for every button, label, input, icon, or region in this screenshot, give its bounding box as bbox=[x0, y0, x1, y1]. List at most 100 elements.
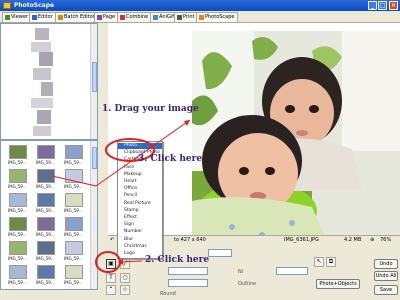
duplicate-button[interactable]: ⧉ bbox=[326, 257, 336, 267]
photo-thumbnail[interactable] bbox=[37, 193, 55, 207]
thumbnail-label: IMG_59... bbox=[36, 232, 55, 237]
tab-editor[interactable]: Editor bbox=[29, 12, 56, 22]
photo-thumbnail[interactable] bbox=[65, 169, 83, 183]
menu-item-christmas[interactable]: Christmas bbox=[118, 244, 162, 250]
tab-combine[interactable]: Combine bbox=[117, 12, 152, 22]
thumbnail-label: IMG_59... bbox=[8, 160, 27, 165]
photo-thumbnail[interactable] bbox=[37, 169, 55, 183]
thumbnail-label: IMG_59... bbox=[8, 208, 27, 213]
photo-thumbnail[interactable] bbox=[37, 241, 55, 255]
thumbnail-label: IMG_59... bbox=[8, 256, 27, 261]
photo-thumbnail[interactable] bbox=[65, 217, 83, 231]
line-tool-button[interactable]: ╱ bbox=[120, 259, 130, 269]
page-icon bbox=[97, 15, 102, 20]
thumbnail-scrollbar[interactable] bbox=[90, 141, 97, 289]
photo-frame-tool-button[interactable]: ▣ bbox=[106, 259, 116, 269]
undo-all-button[interactable]: Undo All bbox=[374, 271, 398, 281]
photo-thumbnail[interactable] bbox=[37, 217, 55, 231]
quote-tool-button[interactable]: “ bbox=[106, 285, 116, 295]
close-button[interactable]: × bbox=[389, 1, 398, 10]
round-label: Round bbox=[160, 291, 176, 297]
thumbnail-label: IMG_59... bbox=[64, 160, 83, 165]
photo-thumbnail[interactable] bbox=[65, 145, 83, 159]
text-tool-button[interactable]: T bbox=[106, 273, 116, 283]
object-color-select[interactable] bbox=[208, 249, 232, 257]
tab-photoscape[interactable]: PhotoScape bbox=[196, 12, 238, 22]
thumbnail-label: IMG_59... bbox=[64, 280, 83, 285]
zoom-icon[interactable]: ⊕ bbox=[370, 236, 374, 245]
photoscape-window: PhotoScape _ □ × Viewer Editor Batch Edi… bbox=[0, 0, 400, 300]
photo-thumbnail[interactable] bbox=[9, 217, 27, 231]
photo-thumbnail[interactable] bbox=[9, 145, 27, 159]
select-pointer-button[interactable]: ↖ bbox=[314, 257, 324, 267]
menu-item-heart[interactable]: Heart bbox=[118, 179, 162, 185]
thumbnail-label: IMG_59... bbox=[36, 256, 55, 261]
option-select[interactable] bbox=[276, 267, 308, 275]
batch-editor-icon bbox=[58, 15, 63, 20]
tab-anigif[interactable]: AniGif bbox=[150, 12, 178, 22]
anigif-icon bbox=[153, 15, 158, 20]
thumbnail-label: IMG_59... bbox=[8, 184, 27, 189]
editor-icon bbox=[32, 15, 37, 20]
save-button[interactable]: Save bbox=[374, 285, 398, 295]
tab-batch-editor[interactable]: Batch Editor bbox=[55, 12, 98, 22]
image-dimensions: to 427 x 640 bbox=[174, 237, 206, 243]
file-size: 4.2 MB bbox=[344, 237, 362, 243]
thumbnail-list[interactable]: IMG_59... IMG_59... IMG_59... IMG_59... IMG_… bbox=[0, 140, 98, 290]
thumbnail-label: IMG_59... bbox=[8, 280, 27, 285]
menu-item-face[interactable]: Face bbox=[118, 165, 162, 171]
thumbnail-label: IMG_59... bbox=[64, 232, 83, 237]
file-name: IMG_6361.JPG bbox=[284, 237, 319, 243]
print-icon bbox=[177, 15, 182, 20]
tab-print[interactable]: Print bbox=[174, 12, 198, 22]
tab-bar: Viewer Editor Batch Editor Page Combine … bbox=[0, 11, 400, 23]
folder-scrollbar[interactable] bbox=[90, 24, 97, 139]
baby-photo bbox=[192, 31, 400, 251]
folder-tree[interactable] bbox=[0, 23, 98, 140]
menu-item-effect[interactable]: Effect bbox=[118, 215, 162, 221]
thumbnail-label: IMG_59... bbox=[8, 232, 27, 237]
annotation-click-menu: 3. Click here bbox=[138, 154, 203, 164]
photo-thumbnail[interactable] bbox=[65, 241, 83, 255]
menu-item-number[interactable]: Number bbox=[118, 229, 162, 235]
photo-thumbnail[interactable] bbox=[37, 265, 55, 279]
photo-thumbnail[interactable] bbox=[9, 241, 27, 255]
menu-item-photo[interactable]: Photo... bbox=[118, 143, 162, 149]
num-label: Ni bbox=[238, 269, 244, 275]
photo-thumbnail[interactable] bbox=[9, 265, 27, 279]
menu-item-pencil[interactable]: Pencil bbox=[118, 193, 162, 199]
menu-item-real-picture[interactable]: Real Picture bbox=[118, 201, 162, 207]
object-list-select[interactable] bbox=[168, 267, 208, 275]
tab-viewer[interactable]: Viewer bbox=[2, 12, 31, 22]
photoscape-icon bbox=[199, 15, 204, 20]
thumbnail-label: IMG_59... bbox=[36, 184, 55, 189]
menu-item-office[interactable]: Office bbox=[118, 186, 162, 192]
outline-label: Outline bbox=[238, 281, 257, 287]
menu-item-sign[interactable]: Sign bbox=[118, 222, 162, 228]
menu-item-blur[interactable]: Blur bbox=[118, 237, 162, 243]
annotation-drag-image: 1. Drag your image bbox=[102, 104, 199, 114]
annotation-click-button: 2. Click here bbox=[145, 255, 210, 265]
circle-tool-button[interactable]: ○ bbox=[120, 273, 130, 283]
thumbnail-label: IMG_59... bbox=[64, 184, 83, 189]
star-tool-button[interactable]: ☆ bbox=[120, 285, 130, 295]
photo-thumbnail[interactable] bbox=[37, 145, 55, 159]
rotate-left-icon[interactable]: ↶ bbox=[110, 236, 114, 245]
object-size-select[interactable] bbox=[168, 279, 208, 287]
minimize-button[interactable]: _ bbox=[368, 1, 377, 10]
maximize-button[interactable]: □ bbox=[378, 1, 387, 10]
photoscape-app-icon bbox=[3, 2, 11, 9]
menu-item-makeup[interactable]: Makeup bbox=[118, 172, 162, 178]
undo-button[interactable]: Undo bbox=[374, 259, 398, 269]
photo-thumbnail[interactable] bbox=[9, 193, 27, 207]
thumbnail-label: IMG_59... bbox=[36, 280, 55, 285]
photo-thumbnail[interactable] bbox=[65, 265, 83, 279]
photo-objects-button[interactable]: Photo+Objects bbox=[316, 279, 360, 289]
thumbnail-label: IMG_59... bbox=[36, 160, 55, 165]
photo-thumbnail[interactable] bbox=[65, 193, 83, 207]
photo-thumbnail[interactable] bbox=[9, 169, 27, 183]
menu-item-stamp[interactable]: Stamp bbox=[118, 208, 162, 214]
title-bar: PhotoScape _ □ × bbox=[0, 0, 400, 11]
combine-icon bbox=[120, 15, 125, 20]
tab-page[interactable]: Page bbox=[94, 12, 119, 22]
